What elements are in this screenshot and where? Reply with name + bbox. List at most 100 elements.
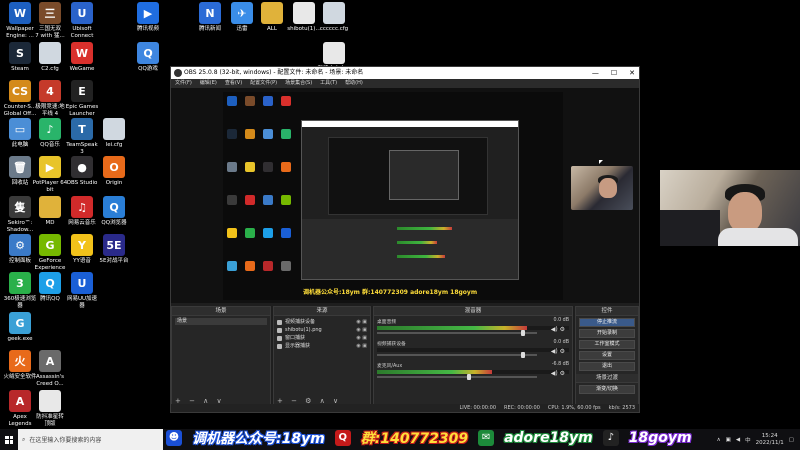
menu-file[interactable]: 文件(F) [175, 79, 192, 88]
netease-music-icon: ♫ [71, 196, 93, 218]
speaker-icon[interactable]: ◀) ⚙ [551, 348, 565, 355]
nested-banner-text: 调机器公众号:18ym 群:140772309 adore18ym 18goym [303, 289, 478, 296]
nested-mini-icon [281, 195, 291, 205]
desktop-icon-ubisoft[interactable]: U Ubisoft Connect [62, 2, 102, 40]
desktop-icon-label: Origin [105, 180, 123, 186]
settings-button[interactable]: 设置 [579, 351, 635, 360]
ubisoft-icon: U [71, 2, 93, 24]
nested-mini-icon [281, 162, 291, 172]
desktop-icon-netease-uu[interactable]: U 网易UU加速 器 [62, 272, 102, 310]
geek-icon: G [9, 312, 31, 334]
desktop-icon-epic[interactable]: E Epic Games Launcher [62, 80, 102, 118]
maximize-button[interactable]: ☐ [611, 67, 617, 79]
studio-mode-button[interactable]: 工作室模式 [579, 340, 635, 349]
image-icon [277, 327, 282, 333]
network-icon[interactable]: ▣ [726, 437, 731, 443]
eye-icon[interactable]: ◉ ▣ [356, 334, 367, 342]
sekiro-icon: 隻 [9, 196, 31, 218]
taskbar-search[interactable]: ⌕ 在这里输入你要搜索的内容 [18, 429, 163, 450]
start-button[interactable] [0, 429, 18, 450]
menu-tools[interactable]: 工具(T) [320, 79, 337, 88]
source-item[interactable]: shibotu(1).png ◉ ▣ [277, 326, 367, 334]
desktop-icon-label: lei.cfg [105, 142, 123, 148]
controls-dock-title: 控件 [576, 307, 638, 316]
source-item[interactable]: 视频捕获设备 ◉ ▣ [277, 318, 367, 326]
geforce-icon: G [39, 234, 61, 256]
menu-view[interactable]: 查看(V) [225, 79, 242, 88]
stop-streaming-button[interactable]: 停止推流 [579, 318, 635, 327]
desktop-icon-label: 防抖准星转 顶版 [36, 414, 64, 427]
volume-slider[interactable] [377, 330, 537, 336]
desktop-icon-qq-browser[interactable]: Q QQ浏览器 [94, 196, 134, 227]
live-timer: LIVE: 00:00:00 [459, 405, 497, 411]
volume-slider[interactable] [377, 352, 537, 358]
clock-time: 15:24 [761, 432, 778, 439]
source-item[interactable]: 显示器捕获 ◉ ▣ [277, 342, 367, 350]
menu-help[interactable]: 帮助(H) [345, 79, 363, 88]
jiguang-icon: 4 [39, 80, 61, 102]
lei-cfg-icon [103, 118, 125, 140]
obs-titlebar[interactable]: OBS 25.0.8 (32-bit, windows) - 配置文件: 未命名… [171, 67, 639, 79]
source-item[interactable]: 窗口捕获 ◉ ▣ [277, 334, 367, 342]
nested-mini-icon [227, 195, 237, 205]
desktop-icon-cccccc[interactable]: cccccc.cfg [314, 2, 354, 33]
potplayer-icon: ▶ [39, 156, 61, 178]
recycle-bin-icon: 🗑 [9, 156, 31, 178]
close-button[interactable]: ✕ [629, 67, 635, 79]
desktop-icon-origin[interactable]: O Origin [94, 156, 134, 187]
desktop-icon-geek[interactable]: Ggeek.exe [0, 312, 40, 343]
desktop-icon-label: geek.exe [7, 336, 33, 342]
menu-scene-collection[interactable]: 场景集合(S) [285, 79, 312, 88]
obs-menubar: 文件(F) 编辑(E) 查看(V) 配置文件(P) 场景集合(S) 工具(T) … [171, 79, 639, 88]
tencent-news-icon: N [199, 2, 221, 24]
eye-icon[interactable]: ◉ ▣ [356, 326, 367, 334]
banner-qq-group: 群:140772309 [360, 430, 469, 447]
desktop-icon-wegame[interactable]: W WeGame [62, 42, 102, 73]
menu-profile[interactable]: 配置文件(P) [250, 79, 277, 88]
eye-icon[interactable]: ◉ ▣ [356, 342, 367, 350]
volume-slider-knob[interactable] [520, 330, 525, 336]
scene-item[interactable]: 场景 [175, 318, 267, 325]
volume-icon[interactable]: ◀ [736, 437, 740, 443]
mixer-track: 麦克风/Aux -6.8 dB ◀) ⚙ [377, 362, 569, 380]
desktop-icon-label: WeGame [69, 66, 95, 72]
tencent-video-icon: ▶ [137, 2, 159, 24]
obs-preview[interactable]: 调机器公众号:18ym 群:140772309 adore18ym 18goym [171, 88, 639, 303]
exit-button[interactable]: 退出 [579, 362, 635, 371]
volume-slider-knob[interactable] [520, 352, 525, 358]
desktop-icon-5e[interactable]: 5E 5E对战平台 [94, 234, 134, 265]
qq-music-icon: ♪ [39, 118, 61, 140]
desktop-icon-label: Epic Games Launcher [65, 104, 99, 117]
obs-window-title: OBS 25.0.8 (32-bit, windows) - 配置文件: 未命名… [184, 69, 364, 76]
obs-window[interactable]: OBS 25.0.8 (32-bit, windows) - 配置文件: 未命名… [170, 66, 640, 413]
menu-edit[interactable]: 编辑(E) [200, 79, 217, 88]
input-language[interactable]: 中 [745, 436, 751, 444]
scenes-dock: 场景 场景 + − ∧ ∨ [171, 306, 271, 408]
desktop-icon-qq-game[interactable]: Q QQ游戏 [128, 42, 168, 73]
control-panel-icon: ⚙ [9, 234, 31, 256]
desktop-icon-lei-cfg[interactable]: lei.cfg [94, 118, 134, 149]
desktop-icon-tencent-video[interactable]: ▶ 腾讯视频 [128, 2, 168, 33]
volume-slider-knob[interactable] [467, 374, 472, 380]
mixer-track-name: 桌面音频 [377, 320, 397, 325]
transition-select[interactable]: 渐变/切换 [579, 385, 635, 394]
desktop-icon-assassins[interactable]: A Assassin's Creed O... [30, 350, 70, 388]
volume-slider[interactable] [377, 374, 537, 380]
chevron-up-icon[interactable]: ∧ [717, 437, 721, 443]
minimize-button[interactable]: — [592, 67, 599, 79]
nested-mini-icon [281, 96, 291, 106]
sources-dock-title: 来源 [274, 307, 370, 316]
nested-mini-icon [263, 195, 273, 205]
nested-mini-icon [245, 96, 255, 106]
start-recording-button[interactable]: 开始录制 [579, 329, 635, 338]
nested-mini-icon [227, 228, 237, 238]
notification-icon[interactable]: ▢ [789, 437, 794, 443]
desktop-icon-jitter[interactable]: 防抖准星转 顶版 [30, 390, 70, 428]
preview-webcam-thumbnail [571, 166, 633, 210]
clock-date: 2022/11/1 [755, 439, 784, 446]
speaker-icon[interactable]: ◀) ⚙ [551, 370, 565, 377]
speaker-icon[interactable]: ◀) ⚙ [551, 326, 565, 333]
eye-icon[interactable]: ◉ ▣ [356, 318, 367, 326]
clock[interactable]: 15:24 2022/11/1 [756, 433, 784, 447]
desktop-icon-label: Assassin's Creed O... [36, 374, 64, 387]
